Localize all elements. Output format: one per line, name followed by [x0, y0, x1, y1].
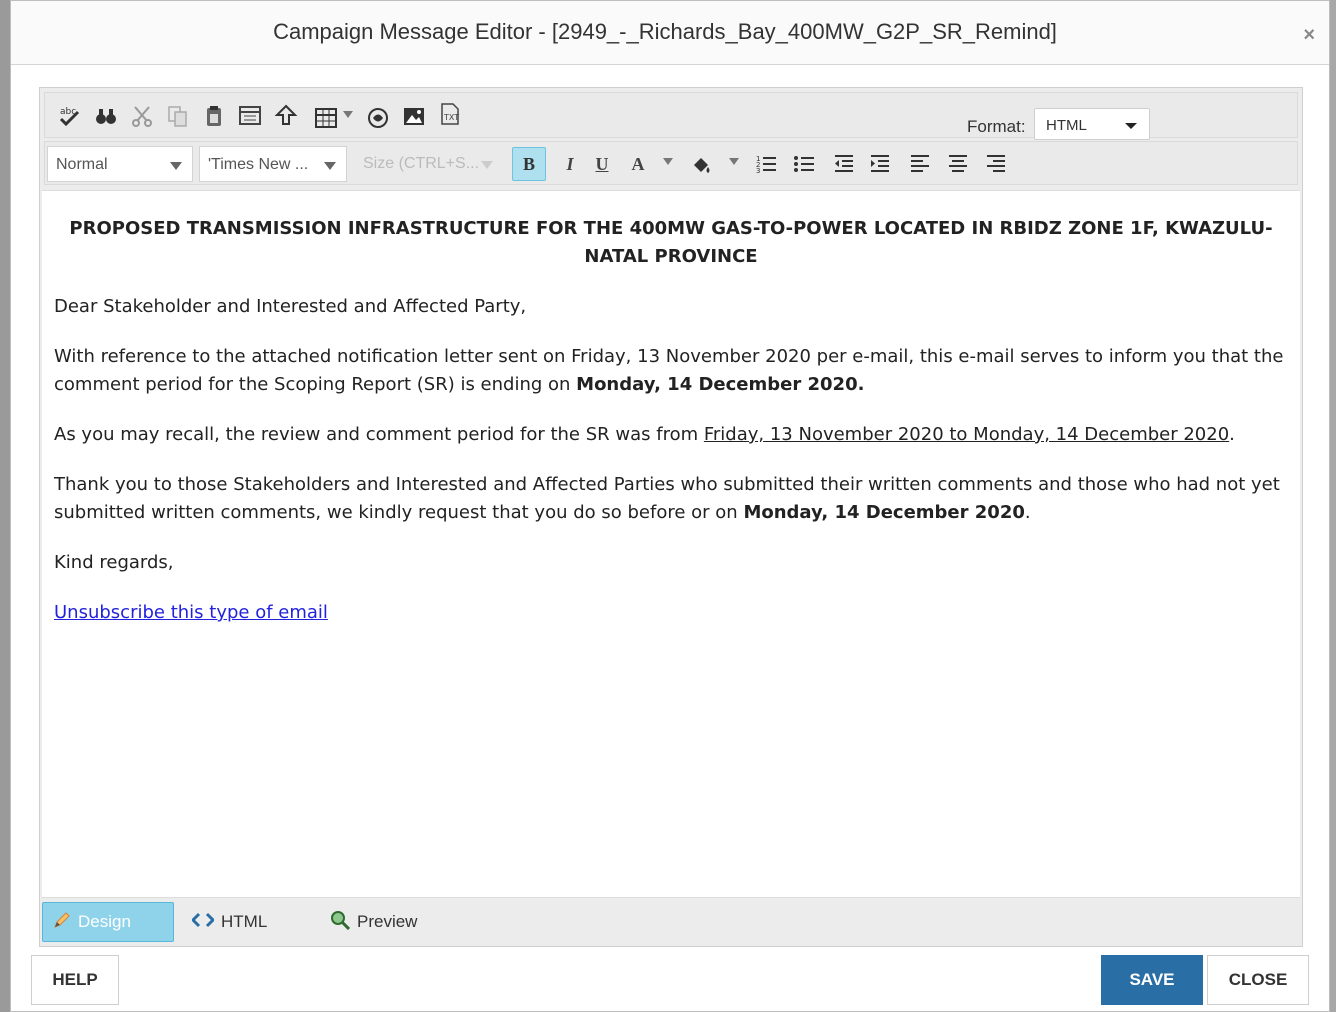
- document-icon[interactable]: TXT: [437, 101, 463, 127]
- editor-content[interactable]: PROPOSED TRANSMISSION INFRASTRUCTURE FOR…: [42, 190, 1300, 898]
- paste-icon[interactable]: [201, 103, 227, 129]
- help-button[interactable]: HELP: [31, 955, 119, 1005]
- highlight-icon[interactable]: [689, 151, 715, 177]
- code-icon: [190, 912, 216, 933]
- find-icon[interactable]: [93, 103, 119, 129]
- message-heading: PROPOSED TRANSMISSION INFRASTRUCTURE FOR…: [69, 218, 1273, 267]
- greeting: Dear Stakeholder and Interested and Affe…: [54, 296, 527, 317]
- dialog-title: Campaign Message Editor - [2949_-_Richar…: [273, 19, 1057, 44]
- paragraph-3-end: .: [1024, 502, 1031, 523]
- magnifier-icon: [330, 910, 351, 935]
- unsubscribe-link[interactable]: Unsubscribe this type of email: [54, 602, 328, 623]
- font-name-value: 'Times New ...: [208, 156, 309, 173]
- paragraph-1: With reference to the attached notificat…: [54, 343, 1288, 399]
- svg-text:TXT: TXT: [443, 113, 459, 122]
- paragraph-1-bold: Monday, 14 December 2020.: [576, 374, 865, 395]
- paragraph-2-text: As you may recall, the review and commen…: [54, 424, 704, 445]
- table-dropdown-icon[interactable]: [343, 111, 353, 118]
- align-right-icon[interactable]: [983, 151, 1009, 177]
- paragraph-3-text: Thank you to those Stakeholders and Inte…: [54, 474, 1280, 523]
- save-button[interactable]: SAVE: [1101, 955, 1203, 1005]
- template-icon[interactable]: [237, 103, 263, 129]
- cut-icon[interactable]: [129, 103, 155, 129]
- chevron-down-icon: [170, 162, 182, 170]
- font-color-button[interactable]: A: [625, 151, 651, 177]
- copy-icon[interactable]: [165, 103, 191, 129]
- paragraph-3: Thank you to those Stakeholders and Inte…: [54, 471, 1288, 527]
- tab-preview[interactable]: Preview: [320, 902, 417, 942]
- font-name-select[interactable]: 'Times New ...: [199, 146, 347, 182]
- font-size-select[interactable]: Size (CTRL+S...: [355, 146, 503, 182]
- align-left-icon[interactable]: [907, 151, 933, 177]
- paragraph-style-select[interactable]: Normal: [47, 146, 193, 182]
- align-center-icon[interactable]: [945, 151, 971, 177]
- paragraph-2-underlined: Friday, 13 November 2020 to Monday, 14 D…: [703, 424, 1230, 445]
- table-icon[interactable]: [313, 105, 339, 131]
- dialog-titlebar: Campaign Message Editor - [2949_-_Richar…: [11, 1, 1329, 65]
- chevron-down-icon: [481, 161, 493, 169]
- numbered-list-icon[interactable]: 123: [753, 151, 779, 177]
- italic-button[interactable]: I: [557, 151, 583, 177]
- closing: Kind regards,: [54, 552, 174, 573]
- tab-design[interactable]: Design: [42, 902, 174, 942]
- chevron-down-icon: [1125, 123, 1137, 129]
- paragraph-2-end: .: [1229, 424, 1235, 445]
- chevron-down-icon: [324, 162, 336, 170]
- paragraph-style-value: Normal: [56, 156, 108, 173]
- toolbar-row-2: Normal 'Times New ... Size (CTRL+S... B …: [44, 141, 1298, 185]
- spellcheck-icon[interactable]: abc: [57, 103, 83, 129]
- format-select[interactable]: HTML: [1034, 108, 1150, 140]
- image-icon[interactable]: [401, 103, 427, 129]
- paragraph-2: As you may recall, the review and commen…: [54, 421, 1288, 449]
- insert-symbol-icon[interactable]: [273, 103, 299, 129]
- highlight-dropdown-icon[interactable]: [729, 158, 739, 165]
- tab-html[interactable]: HTML: [182, 902, 267, 942]
- tab-html-label: HTML: [221, 912, 268, 931]
- toolbar-row-1: abc TXT Format: HTML: [44, 92, 1298, 140]
- paragraph-3-bold: Monday, 14 December 2020: [743, 502, 1025, 523]
- format-label: Format:: [967, 117, 1026, 136]
- editor-mode-bar: Design HTML Preview: [40, 900, 1302, 944]
- tab-design-label: Design: [78, 912, 131, 931]
- bold-button[interactable]: B: [512, 147, 546, 181]
- backdrop: [0, 0, 10, 1012]
- font-color-dropdown-icon[interactable]: [663, 158, 673, 165]
- rich-text-editor: abc TXT Format: HTML Normal 'Times New .…: [39, 87, 1303, 947]
- font-size-value: Size (CTRL+S...: [363, 155, 480, 172]
- link-icon[interactable]: [365, 105, 391, 131]
- close-icon[interactable]: ×: [1303, 25, 1315, 45]
- underline-button[interactable]: U: [589, 151, 615, 177]
- backdrop-right: [1330, 0, 1336, 1012]
- svg-text:3: 3: [756, 167, 760, 175]
- outdent-icon[interactable]: [831, 151, 857, 177]
- pencil-icon: [53, 911, 71, 934]
- format-select-value: HTML: [1046, 117, 1087, 134]
- bullet-list-icon[interactable]: [791, 151, 817, 177]
- tab-preview-label: Preview: [357, 912, 418, 931]
- close-button[interactable]: CLOSE: [1207, 955, 1309, 1005]
- indent-icon[interactable]: [867, 151, 893, 177]
- campaign-message-editor-dialog: Campaign Message Editor - [2949_-_Richar…: [10, 0, 1330, 1012]
